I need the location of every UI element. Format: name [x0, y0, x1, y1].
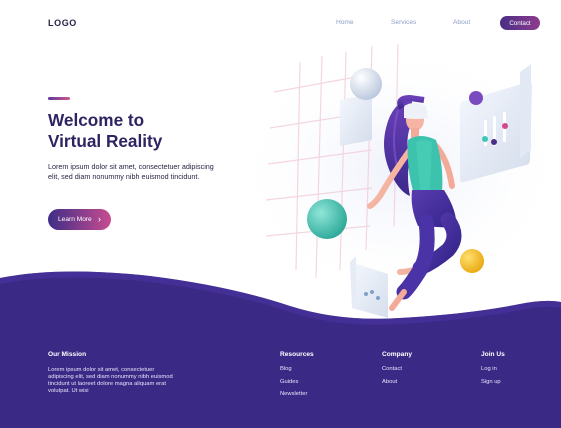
footer-link-about[interactable]: About [382, 379, 397, 385]
footer-mission-heading: Our Mission [48, 351, 87, 358]
teal-sphere [307, 199, 347, 239]
floating-panel-left [340, 94, 372, 146]
panel-knob-2 [491, 139, 497, 145]
panel-dot-icon [469, 91, 483, 105]
footer-link-guides[interactable]: Guides [280, 379, 298, 385]
vr-illustration [0, 40, 561, 428]
footer-link-login[interactable]: Log in [481, 366, 497, 372]
panel-knob-1 [482, 136, 488, 142]
footer-join-heading: Join Us [481, 351, 505, 358]
footer-company-heading: Company [382, 351, 413, 358]
landing-page: LOGO Home Services About Contact Welcome… [0, 0, 561, 428]
panel-knob-3 [502, 123, 508, 129]
footer-link-blog[interactable]: Blog [280, 366, 292, 372]
footer-resources-heading: Resources [280, 351, 314, 358]
footer-link-signup[interactable]: Sign up [481, 379, 501, 385]
footer-link-contact[interactable]: Contact [382, 366, 402, 372]
silver-sphere [350, 68, 382, 100]
footer-mission-text: Lorem ipsum dolor sit amet, consectetuer… [48, 367, 173, 394]
yellow-sphere [460, 249, 484, 273]
footer-link-newsletter[interactable]: Newsletter [280, 391, 307, 397]
footer-background [0, 271, 561, 428]
panel-slider-1 [484, 120, 487, 146]
